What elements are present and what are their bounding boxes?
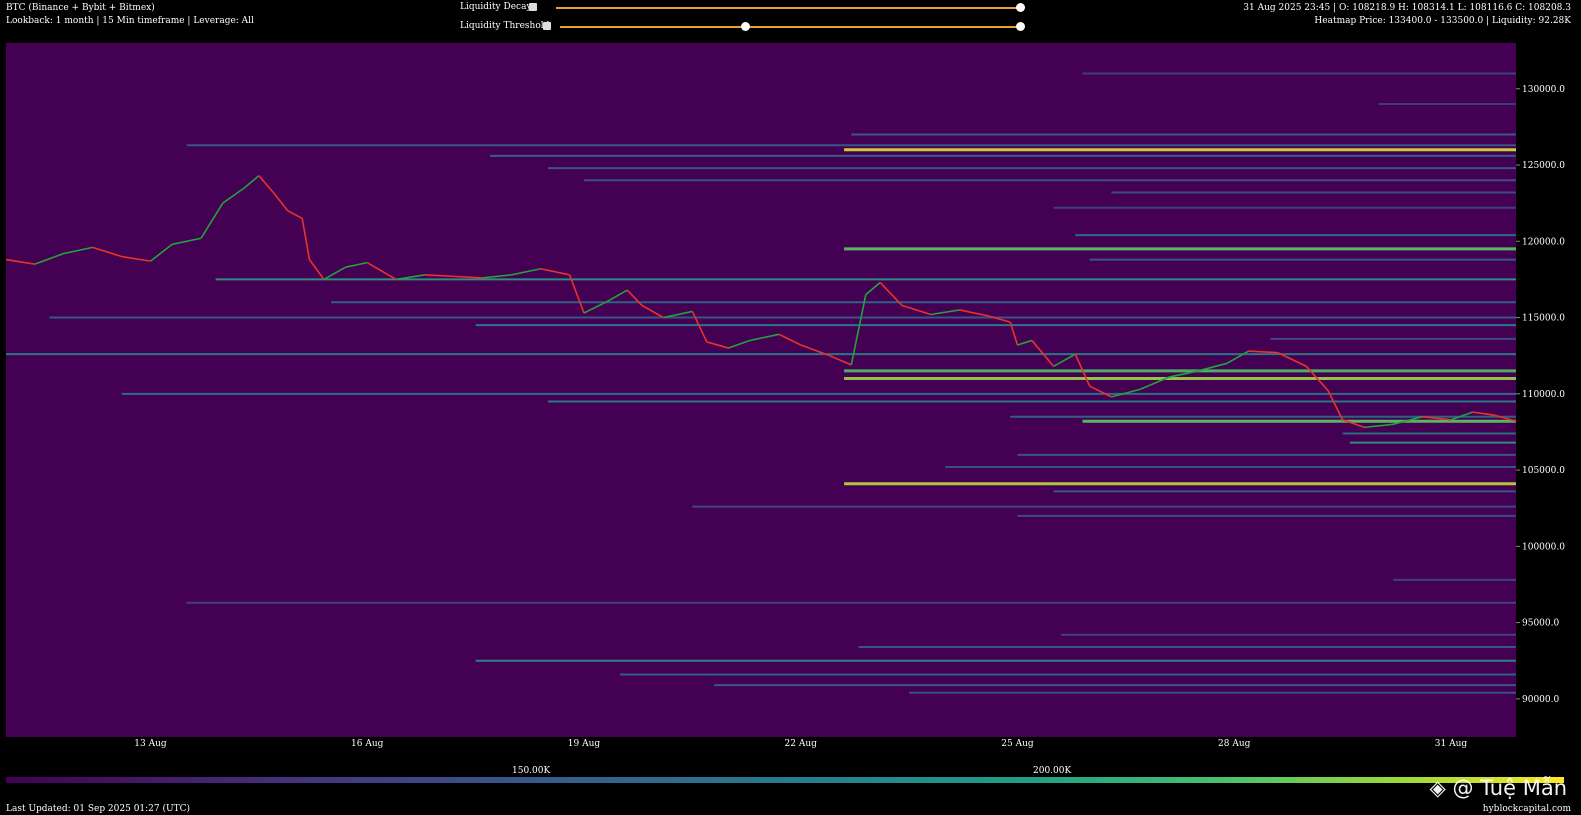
chart-title: BTC (Binance + Bybit + Bitmex) xyxy=(6,3,155,13)
y-tick-label: 95000.0 xyxy=(1522,619,1559,629)
y-tick-label: 90000.0 xyxy=(1522,695,1559,705)
x-tick-label: 19 Aug xyxy=(568,739,601,749)
colorbar-label-150k: 150.00K xyxy=(512,766,551,776)
heatmap-background xyxy=(6,43,1516,737)
liquidity-decay-checkbox[interactable] xyxy=(529,3,537,11)
x-tick-label: 28 Aug xyxy=(1218,739,1251,749)
site-credit: hyblockcapital.com xyxy=(1482,804,1571,814)
diamond-logo-icon: ◈ xyxy=(1429,776,1446,800)
heatmap-chart: 130000.0 125000.0 120000.0 115000.0 110000.0… xyxy=(5,43,1565,749)
y-tick-label: 120000.0 xyxy=(1522,237,1565,247)
liquidity-threshold-checkbox[interactable] xyxy=(543,22,551,30)
colorbar-label-200k: 200.00K xyxy=(1033,766,1072,776)
liquidity-decay-handle[interactable] xyxy=(1016,3,1025,12)
watermark: ◈ @ Tuệ Mẫn xyxy=(1430,776,1567,800)
watermark-text: @ Tuệ Mẫn xyxy=(1452,776,1567,800)
x-tick-label: 25 Aug xyxy=(1001,739,1034,749)
y-tick-label: 130000.0 xyxy=(1522,85,1565,95)
y-tick-label: 100000.0 xyxy=(1522,542,1565,552)
liquidity-decay-slider[interactable] xyxy=(556,7,1018,9)
liquidity-threshold-min-handle[interactable] xyxy=(741,22,750,31)
colorbar xyxy=(6,777,1564,783)
y-tick-label: 125000.0 xyxy=(1522,161,1565,171)
heatmap-readout: Heatmap Price: 133400.0 - 133500.0 | Liq… xyxy=(1314,16,1571,26)
x-tick-label: 13 Aug xyxy=(134,739,167,749)
y-tick-label: 115000.0 xyxy=(1522,314,1565,324)
ohlc-info: 31 Aug 2025 23:45 | O: 108218.9 H: 10831… xyxy=(1243,2,1571,28)
x-tick-label: 22 Aug xyxy=(785,739,818,749)
last-updated: Last Updated: 01 Sep 2025 01:27 (UTC) xyxy=(6,804,190,814)
y-tick-label: 110000.0 xyxy=(1522,390,1565,400)
liquidity-threshold-max-handle[interactable] xyxy=(1016,22,1025,31)
chart-info: BTC (Binance + Bybit + Bitmex) Lookback:… xyxy=(6,2,254,28)
chart-subtitle: Lookback: 1 month | 15 Min timeframe | L… xyxy=(6,16,254,26)
liquidity-decay-label: Liquidity Decay xyxy=(460,2,532,12)
liquidity-threshold-label: Liquidity Threshold xyxy=(460,21,550,31)
y-tick-label: 105000.0 xyxy=(1522,466,1565,476)
liquidity-threshold-slider[interactable] xyxy=(560,26,1018,28)
x-tick-label: 16 Aug xyxy=(351,739,384,749)
x-tick-label: 31 Aug xyxy=(1435,739,1468,749)
ohlc-readout: 31 Aug 2025 23:45 | O: 108218.9 H: 10831… xyxy=(1243,3,1571,13)
